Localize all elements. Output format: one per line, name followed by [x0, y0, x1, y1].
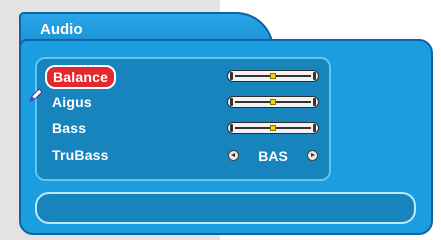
trubass-selector[interactable]: BAS — [227, 146, 319, 166]
menu-item-label: Aigus — [52, 94, 92, 110]
menu-item-bass[interactable]: Bass — [0, 117, 441, 141]
menu-item-balance[interactable]: Balance — [0, 65, 441, 89]
selector-value: BAS — [258, 148, 288, 164]
arrow-left-icon[interactable] — [228, 150, 239, 161]
aigus-slider[interactable] — [227, 96, 319, 108]
menu-item-label: TruBass — [52, 147, 109, 163]
status-bar — [35, 192, 416, 224]
balance-slider[interactable] — [227, 70, 319, 82]
arrow-right-icon[interactable] — [307, 150, 318, 161]
pen-cursor-icon — [29, 88, 43, 102]
menu-item-label: Balance — [45, 65, 117, 89]
slider-thumb[interactable] — [270, 73, 276, 79]
menu-item-aigus[interactable]: Aigus — [0, 91, 441, 115]
slider-thumb[interactable] — [270, 99, 276, 105]
menu-item-trubass[interactable]: TruBass BAS — [0, 144, 441, 168]
bass-slider[interactable] — [227, 122, 319, 134]
menu-title: Audio — [40, 21, 83, 38]
menu-item-label: Bass — [52, 120, 87, 136]
slider-thumb[interactable] — [270, 125, 276, 131]
